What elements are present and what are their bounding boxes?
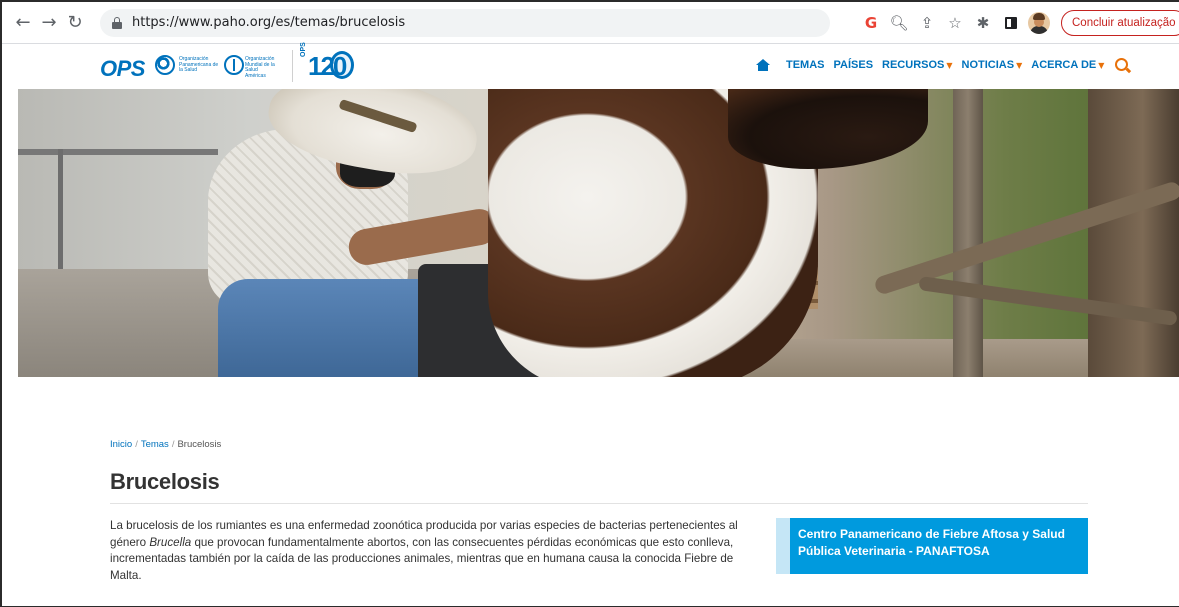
hero-rail [18,149,218,155]
forward-arrow-icon[interactable]: → [36,10,62,36]
chevron-down-icon: ▼ [1098,60,1105,70]
address-bar[interactable]: https://www.paho.org/es/temas/brucelosis [100,8,830,37]
hero-tree [1088,89,1179,377]
breadcrumb-current: Brucelosis [177,439,222,450]
site-header: OPS Organización Panamericana de la Salu… [2,42,1179,89]
intro-text-end: que provocan fundamentalmente abortos, c… [110,535,734,582]
profile-avatar[interactable] [1025,9,1053,37]
logo-divider [292,50,293,82]
ops-logo-text: Organización Panamericana de la Salud [179,56,219,73]
anniversary-tag: OPS [300,42,307,57]
share-icon[interactable]: ⇪ [913,9,941,37]
reload-icon[interactable]: ↻ [62,10,88,36]
title-divider [110,503,1088,504]
breadcrumb: Inicio / Temas / Brucelosis [110,439,221,450]
nav-temas-label: TEMAS [786,58,825,71]
side-panel-icon[interactable] [997,9,1025,37]
update-button[interactable]: Concluir atualização [1061,10,1179,36]
who-logo-text: Organización Mundial de la Salud América… [245,56,285,79]
intro-paragraph: La brucelosis de los rumiantes es una en… [110,518,760,584]
hero-image [18,89,1179,377]
extensions-icon[interactable]: ✱ [969,9,997,37]
back-arrow-icon[interactable]: ← [10,10,36,36]
anniversary-number: 120 [308,51,347,81]
nav-recursos[interactable]: RECURSOS ▼ [882,59,953,71]
browser-toolbar: ← → ↻ https://www.paho.org/es/temas/bruc… [2,2,1179,44]
panaftosa-link-label[interactable]: Centro Panamericano de Fiebre Aftosa y S… [798,527,1065,558]
zoom-icon[interactable]: 🔍︎ [885,9,913,37]
nav-temas[interactable]: TEMAS [786,59,825,71]
nav-noticias-label: NOTICIAS [961,58,1015,71]
panaftosa-link-box[interactable]: Centro Panamericano de Fiebre Aftosa y S… [776,518,1088,574]
search-icon[interactable] [1115,58,1129,71]
breadcrumb-temas[interactable]: Temas [141,439,169,450]
chevron-down-icon: ▼ [1016,60,1023,70]
nav-paises-label: PAÍSES [833,58,874,71]
home-icon[interactable] [756,58,770,71]
toolbar-actions: G 🔍︎ ⇪ ☆ ✱ Concluir atualização ⋮ [857,2,1179,44]
nav-acerca-de-label: ACERCA DE [1031,58,1097,71]
breadcrumb-inicio[interactable]: Inicio [110,439,132,450]
nav-acerca-de[interactable]: ACERCA DE ▼ [1031,59,1104,71]
breadcrumb-separator: / [171,439,175,450]
intro-genus: Brucella [149,535,192,549]
anniversary-logo: OPS 120 [300,42,355,87]
nav-noticias[interactable]: NOTICIAS ▼ [962,59,1023,71]
google-lens-icon[interactable]: G [857,9,885,37]
breadcrumb-separator: / [135,439,138,450]
url-text[interactable]: https://www.paho.org/es/temas/brucelosis [132,15,405,30]
hero-post [953,89,983,377]
hero-rail-post [58,149,63,279]
who-region: Américas [245,72,266,79]
browser-window: ← → ↻ https://www.paho.org/es/temas/bruc… [0,0,1179,607]
page-title: Brucelosis [110,469,220,494]
ops-logo[interactable]: OPS [100,56,145,82]
main-nav: TEMAS PAÍSES RECURSOS ▼ NOTICIAS ▼ ACERCA … [756,58,1129,71]
nav-paises[interactable]: PAÍSES [834,59,874,71]
paho-emblem-icon [155,55,175,75]
nav-recursos-label: RECURSOS [882,58,945,71]
who-name: Organización Mundial de la Salud [245,56,275,73]
chevron-down-icon: ▼ [946,60,953,70]
hero-cow-head [728,89,928,169]
who-emblem-icon [224,55,244,75]
star-icon[interactable]: ☆ [941,9,969,37]
lock-icon[interactable] [112,16,122,29]
